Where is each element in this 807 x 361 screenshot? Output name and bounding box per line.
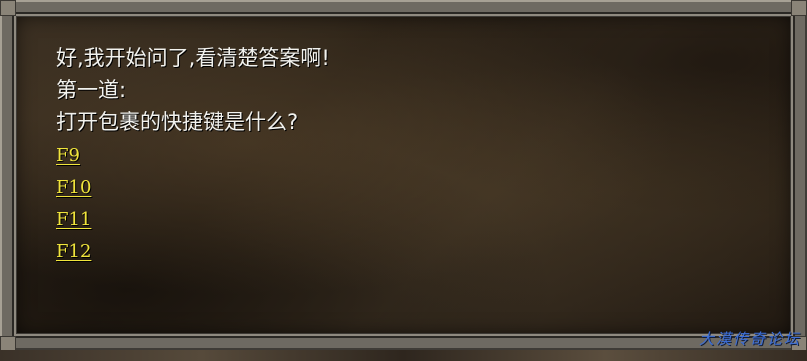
answer-option-f12[interactable]: F12	[56, 236, 91, 268]
answer-option-f10[interactable]: F10	[56, 172, 91, 204]
dialog-line-question-number: 第一道:	[56, 78, 127, 102]
dialog-line-greeting: 好,我开始问了,看清楚答案啊!	[56, 46, 330, 70]
forum-watermark: 大漠传奇论坛	[698, 330, 801, 348]
answer-option-f9[interactable]: F9	[56, 140, 80, 172]
frame-corner-ornament	[0, 0, 16, 16]
frame-corner-ornament	[791, 0, 807, 16]
game-stage: 好,我开始问了,看清楚答案啊! 第一道: 打开包裹的快捷键是什么? F9 F10…	[0, 0, 807, 361]
dialog-line-question: 打开包裹的快捷键是什么?	[56, 110, 299, 134]
answer-option-f11[interactable]: F11	[56, 204, 91, 236]
game-scene-strip	[0, 350, 807, 361]
npc-dialog-text: 好,我开始问了,看清楚答案啊! 第一道: 打开包裹的快捷键是什么? F9 F10…	[56, 42, 330, 266]
npc-dialog-panel: 好,我开始问了,看清楚答案啊! 第一道: 打开包裹的快捷键是什么? F9 F10…	[0, 0, 807, 350]
